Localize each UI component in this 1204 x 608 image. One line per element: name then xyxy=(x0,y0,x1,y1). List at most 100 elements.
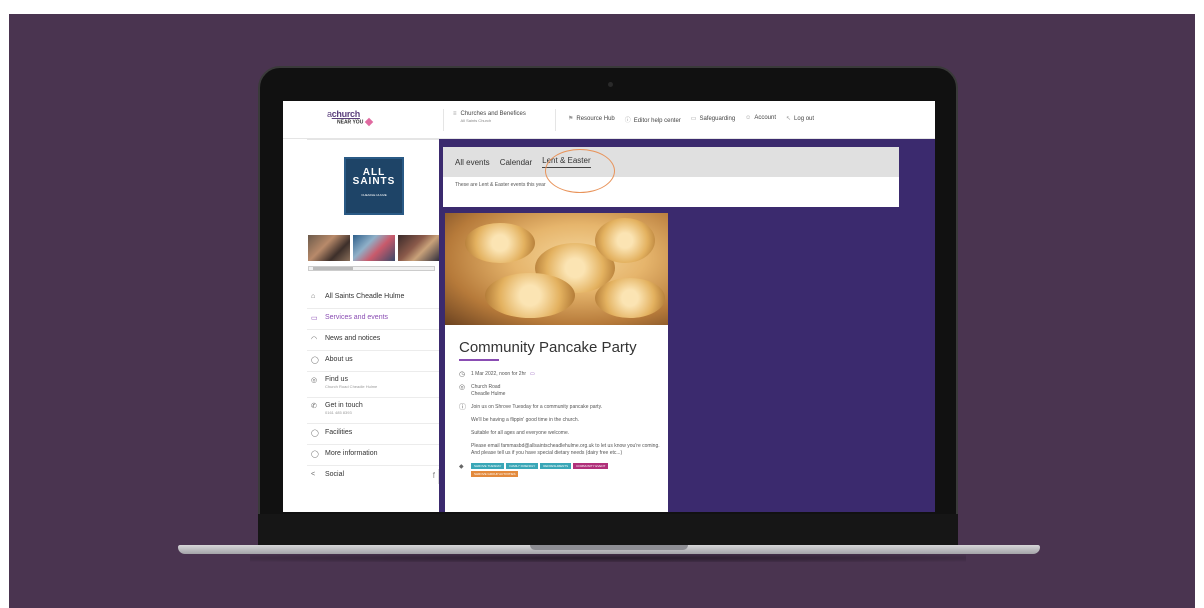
brand-line-3: CHEADLE HULME xyxy=(361,193,387,197)
gallery-photo[interactable] xyxy=(398,235,439,261)
link-label: Log out xyxy=(794,116,815,122)
tag-badge[interactable]: COMMUNITY EVENT xyxy=(573,463,609,469)
question-icon: ◯ xyxy=(311,451,319,458)
tag-badge[interactable]: SHROVE GROUP ACTIVITIES xyxy=(471,471,519,477)
brand-line-2: SAINTS xyxy=(352,176,396,187)
laptop-notch xyxy=(530,545,688,550)
tag-badge[interactable]: SHROVE TUESDAY xyxy=(471,463,505,469)
sidebar-item-label: Social xyxy=(325,471,345,478)
sidebar-item-label: Find us xyxy=(325,376,348,383)
info-icon: ◯ xyxy=(311,357,319,364)
logo-sub: NEAR YOU xyxy=(337,119,364,126)
tab-bar: All events Calendar Lent & Easter xyxy=(443,147,899,177)
sidebar-item-label: Facilities xyxy=(325,429,353,436)
phone-icon: ✆ xyxy=(311,403,317,410)
tab-calendar[interactable]: Calendar xyxy=(500,158,532,167)
sidebar-item-find-us[interactable]: ◎ Find us Church Road Cheadle Hulme xyxy=(307,372,439,398)
megaphone-icon: ◠ xyxy=(311,336,318,343)
event-tags: SHROVE TUESDAY FAMILY FRIENDLY REFRESHME… xyxy=(471,463,651,477)
title-underline xyxy=(459,359,499,361)
pancake-shape xyxy=(485,273,575,318)
sidebar-item-get-in-touch[interactable]: ✆ Get in touch 0161 485 8393 xyxy=(307,398,439,424)
divider xyxy=(307,139,439,140)
sidebar-item-services-events[interactable]: ▭ Services and events xyxy=(307,309,439,330)
user-icon: ☺ xyxy=(745,115,752,121)
event-desc-3: Suitable for all ages and everyone welco… xyxy=(471,430,570,436)
laptop-shadow xyxy=(250,554,966,562)
sidebar-item-label: All Saints Cheadle Hulme xyxy=(325,293,405,300)
churches-label: Churches and Benefices xyxy=(460,111,526,117)
logout-link[interactable]: ↖ Log out xyxy=(786,115,814,124)
sidebar: ALL SAINTS CHEADLE HULME ⌂ All Saints Ch… xyxy=(283,139,439,512)
event-desc-1: Join us on Shrove Tuesday for a communit… xyxy=(471,404,603,410)
link-label: Account xyxy=(754,115,776,121)
event-desc-2: We'll be having a flippin' good time in … xyxy=(471,417,579,423)
top-nav: ⚑ Resource Hub ⓘ Editor help center ▭ Safeg… xyxy=(568,115,814,124)
sidebar-item-label: About us xyxy=(325,356,353,363)
location-line-1: Church Road xyxy=(471,384,501,390)
churches-sub: All Saints Church xyxy=(460,118,492,123)
gallery-photo[interactable] xyxy=(353,235,395,261)
add-to-calendar-icon[interactable]: ▭ xyxy=(530,371,535,378)
clock-icon: ◷ xyxy=(459,371,466,378)
account-link[interactable]: ☺ Account xyxy=(745,115,776,124)
churches-benefices-link[interactable]: ≡ Churches and Benefices All Saints Chur… xyxy=(453,111,526,123)
event-location-row: ◎ Church Road Cheadle Hulme xyxy=(459,384,656,398)
info-icon: ⓘ xyxy=(459,404,466,411)
resource-hub-link[interactable]: ⚑ Resource Hub xyxy=(568,115,615,124)
event-photo xyxy=(445,213,668,325)
info-icon: ⓘ xyxy=(624,118,631,124)
sidebar-item-home[interactable]: ⌂ All Saints Cheadle Hulme xyxy=(307,288,439,309)
camera-dot xyxy=(608,82,613,87)
sidebar-item-label: News and notices xyxy=(325,335,381,342)
sidebar-item-more-info[interactable]: ◯ More information xyxy=(307,445,439,466)
logout-icon: ↖ xyxy=(786,116,792,122)
list-icon: ≡ xyxy=(453,111,457,117)
sidebar-item-social[interactable]: < Social f xyxy=(307,466,439,487)
tag-badge[interactable]: FAMILY FRIENDLY xyxy=(506,463,539,469)
events-tabs-panel: All events Calendar Lent & Easter These … xyxy=(443,147,899,207)
logo-word: church xyxy=(331,109,361,119)
share-icon: < xyxy=(311,471,316,478)
pancake-shape xyxy=(465,223,535,263)
highlight-circle xyxy=(545,149,615,193)
tab-description: These are Lent & Easter events this year xyxy=(455,182,546,188)
flag-icon: ⚑ xyxy=(568,116,574,122)
gallery-photo[interactable] xyxy=(308,235,350,261)
event-details: Community Pancake Party ◷ 1 Mar 2022, no… xyxy=(445,325,668,477)
photo-gallery[interactable] xyxy=(308,235,439,261)
sidebar-item-sub: Church Road Cheadle Hulme xyxy=(325,384,378,389)
shield-icon: ▭ xyxy=(690,116,697,122)
sidebar-item-facilities[interactable]: ◯ Facilities xyxy=(307,424,439,445)
link-label: Editor help center xyxy=(633,118,681,124)
sidebar-item-sub: 0161 485 8393 xyxy=(325,410,352,415)
location-icon: ◎ xyxy=(311,377,318,384)
tab-all-events[interactable]: All events xyxy=(455,158,490,167)
pancake-shape xyxy=(595,278,665,318)
calendar-icon: ▭ xyxy=(311,315,318,322)
event-date-row: ◷ 1 Mar 2022, noon for 2hr ▭ xyxy=(459,371,656,378)
laptop-chin xyxy=(258,514,958,546)
location-line-2: Cheadle Hulme xyxy=(471,391,506,397)
facilities-icon: ◯ xyxy=(311,430,319,437)
event-date: 1 Mar 2022, noon for 2hr xyxy=(471,371,527,377)
sidebar-item-about[interactable]: ◯ About us xyxy=(307,351,439,372)
safeguarding-link[interactable]: ▭ Safeguarding xyxy=(691,115,735,124)
event-card[interactable]: Community Pancake Party ◷ 1 Mar 2022, no… xyxy=(445,213,668,512)
gallery-scrollbar[interactable] xyxy=(308,266,435,271)
editor-help-link[interactable]: ⓘ Editor help center xyxy=(625,115,681,124)
link-label: Safeguarding xyxy=(699,116,736,122)
tag-badge[interactable]: REFRESHMENTS xyxy=(540,463,572,469)
pancake-shape xyxy=(595,218,655,263)
scrollbar-thumb[interactable] xyxy=(313,267,353,270)
church-logo[interactable]: ALL SAINTS CHEADLE HULME xyxy=(344,157,404,215)
sidebar-item-news[interactable]: ◠ News and notices xyxy=(307,330,439,351)
facebook-icon[interactable]: f xyxy=(433,471,435,480)
sidebar-item-label: Get in touch xyxy=(325,402,363,409)
site-logo[interactable]: achurch NEAR YOU xyxy=(327,109,387,131)
event-description-row: ⓘ Join us on Shrove Tuesday for a commun… xyxy=(459,404,656,411)
laptop-screen: achurch NEAR YOU ≡ Churches and Benefice… xyxy=(283,101,935,512)
event-desc-4: Please email fammasbd@allsaintscheadlehu… xyxy=(471,443,660,456)
tag-icon: ◆ xyxy=(459,464,464,470)
event-title: Community Pancake Party xyxy=(459,339,637,356)
